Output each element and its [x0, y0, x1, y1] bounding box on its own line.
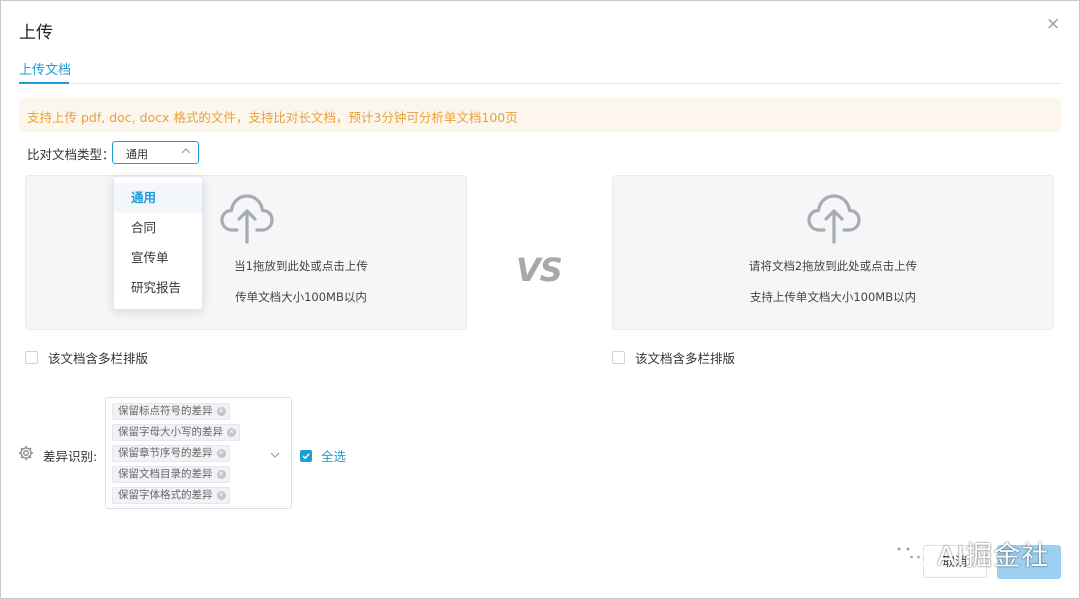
tag-close-icon[interactable]: ✕	[216, 407, 226, 416]
doc-type-select[interactable]: 通用	[112, 141, 199, 164]
upload-hint-doc1: 当1拖放到此处或点击上传	[234, 259, 368, 273]
tab-active-indicator	[19, 82, 69, 84]
confirm-button[interactable]	[997, 545, 1061, 579]
cloud-upload-icon	[220, 194, 274, 244]
chevron-up-icon	[181, 148, 191, 154]
upload-dialog: 上传 × 上传文档 支持上传 pdf, doc, docx 格式的文件，支持比对…	[0, 0, 1080, 599]
tab-upload-document[interactable]: 上传文档	[19, 59, 71, 78]
tag-close-icon[interactable]: ✕	[227, 428, 236, 437]
diff-tag: 保留字母大小写的差异 ✕	[112, 424, 240, 441]
multi-column-checkbox-doc2[interactable]: 该文档含多栏排版	[612, 348, 735, 367]
select-all-checkbox[interactable]: 全选	[300, 446, 346, 465]
format-notice-text: 支持上传 pdf, doc, docx 格式的文件，支持比对长文档，预计3分钟可…	[27, 110, 518, 125]
checkbox-checked[interactable]	[300, 449, 312, 462]
dropdown-option-contract[interactable]: 合同	[114, 213, 202, 243]
dropdown-option-flyer[interactable]: 宣传单	[114, 243, 202, 273]
checkbox-unchecked[interactable]	[25, 351, 38, 364]
gear-icon	[18, 445, 34, 461]
diff-tag: 保留章节序号的差异 ✕	[112, 445, 230, 462]
diff-tag: 保留文档目录的差异 ✕	[112, 466, 230, 483]
diff-recognition-label: 差异识别:	[43, 449, 98, 464]
upload-hint-doc2: 请将文档2拖放到此处或点击上传	[748, 259, 918, 273]
diff-options-multiselect[interactable]: 保留标点符号的差异 ✕ 保留字母大小写的差异 ✕ 保留章节序号的差异 ✕ 保留文档目录…	[105, 397, 292, 509]
tag-close-icon[interactable]: ✕	[216, 470, 226, 479]
doc-type-selected-value: 通用	[126, 148, 148, 161]
cloud-upload-icon	[807, 194, 861, 244]
tag-close-icon[interactable]: ✕	[216, 491, 226, 500]
diff-tag: 保留字体格式的差异 ✕	[112, 487, 230, 504]
upload-area-doc1[interactable]: 当1拖放到此处或点击上传 传单文档大小100MB以内	[25, 175, 467, 330]
close-icon[interactable]: ×	[1046, 16, 1060, 33]
tab-bar-divider	[19, 83, 1061, 84]
dialog-title: 上传	[19, 23, 53, 43]
cancel-button[interactable]: 取消	[923, 545, 987, 578]
multi-column-label-doc2: 该文档含多栏排版	[635, 351, 736, 366]
tag-close-icon[interactable]: ✕	[216, 449, 226, 458]
upload-limit-doc1: 传单文档大小100MB以内	[235, 290, 367, 304]
doc-type-label: 比对文档类型：	[27, 147, 115, 162]
multi-column-checkbox-doc1[interactable]: 该文档含多栏排版	[25, 348, 148, 367]
chevron-down-icon[interactable]	[270, 450, 280, 460]
diff-tag: 保留标点符号的差异 ✕	[112, 403, 230, 420]
checkbox-unchecked[interactable]	[612, 351, 625, 364]
vs-label: VS	[516, 251, 563, 289]
multi-column-label-doc1: 该文档含多栏排版	[48, 351, 149, 366]
upload-area-doc2[interactable]: 请将文档2拖放到此处或点击上传 支持上传单文档大小100MB以内	[612, 175, 1054, 330]
dropdown-option-research-report[interactable]: 研究报告	[114, 273, 202, 303]
dropdown-option-general[interactable]: 通用	[114, 183, 202, 213]
doc-type-dropdown-menu: 通用 合同 宣传单 研究报告	[113, 176, 203, 310]
format-notice: 支持上传 pdf, doc, docx 格式的文件，支持比对长文档，预计3分钟可…	[19, 98, 1061, 132]
select-all-label: 全选	[321, 449, 347, 464]
upload-limit-doc2: 支持上传单文档大小100MB以内	[749, 290, 917, 304]
